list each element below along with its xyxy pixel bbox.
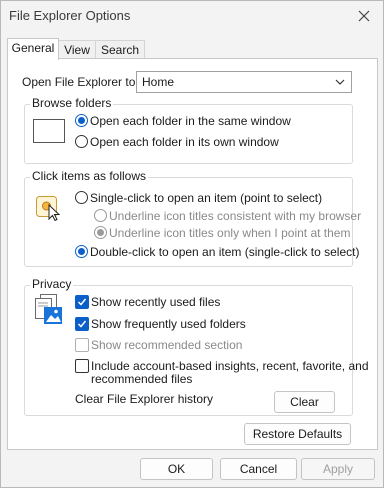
title-bar: File Explorer Options — [1, 1, 383, 31]
underline-browser-label[interactable]: Underline icon titles consistent with my… — [109, 209, 361, 223]
clear-history-label: Clear File Explorer history — [75, 392, 214, 406]
underline-point-radio[interactable] — [94, 226, 107, 239]
recent-files-label[interactable]: Show recently used files — [91, 295, 220, 309]
privacy-title: Privacy — [30, 277, 74, 291]
recommended-section-label[interactable]: Show recommended section — [91, 338, 242, 352]
browse-folders-title: Browse folders — [30, 96, 114, 110]
window-preview-icon — [33, 119, 65, 146]
chevron-down-icon — [335, 79, 345, 85]
account-insights-label-line2[interactable]: recommended files — [91, 372, 192, 386]
own-window-label[interactable]: Open each folder in its own window — [90, 135, 279, 149]
underline-browser-radio[interactable] — [94, 209, 107, 222]
privacy-documents-icon — [34, 293, 68, 330]
account-insights-label-line1[interactable]: Include account-based insights, recent, … — [91, 359, 369, 373]
same-window-radio[interactable] — [75, 114, 88, 127]
same-window-label[interactable]: Open each folder in the same window — [90, 114, 291, 128]
double-click-label[interactable]: Double-click to open an item (single-cli… — [90, 245, 359, 259]
cancel-button[interactable]: Cancel — [220, 458, 297, 480]
account-insights-checkbox[interactable] — [75, 359, 89, 373]
tab-general[interactable]: General — [7, 38, 59, 60]
open-explorer-value: Home — [142, 75, 175, 89]
general-tab-panel: Open File Explorer to: Home Browse folde… — [7, 58, 378, 450]
recommended-section-checkbox[interactable] — [75, 338, 89, 352]
open-explorer-dropdown[interactable]: Home — [136, 71, 352, 93]
pointer-click-icon — [35, 195, 65, 224]
underline-point-label[interactable]: Underline icon titles only when I point … — [109, 226, 350, 240]
checkmark-icon — [77, 320, 87, 328]
frequent-folders-checkbox[interactable] — [75, 317, 89, 331]
single-click-radio[interactable] — [75, 191, 88, 204]
single-click-label[interactable]: Single-click to open an item (point to s… — [90, 191, 322, 205]
window-title: File Explorer Options — [9, 8, 131, 23]
own-window-radio[interactable] — [75, 135, 88, 148]
recent-files-checkbox[interactable] — [75, 295, 89, 309]
close-button[interactable] — [353, 5, 375, 27]
restore-defaults-button[interactable]: Restore Defaults — [244, 423, 351, 445]
clear-history-button[interactable]: Clear — [274, 391, 335, 413]
tab-search[interactable]: Search — [95, 40, 145, 59]
open-explorer-label: Open File Explorer to: — [22, 75, 139, 89]
apply-button[interactable]: Apply — [301, 458, 375, 480]
click-items-title: Click items as follows — [30, 169, 149, 183]
checkmark-icon — [77, 298, 87, 306]
frequent-folders-label[interactable]: Show frequently used folders — [91, 317, 246, 331]
ok-button[interactable]: OK — [140, 458, 213, 480]
tab-view[interactable]: View — [58, 40, 96, 59]
close-icon — [358, 10, 370, 22]
double-click-radio[interactable] — [75, 245, 88, 258]
options-window: File Explorer Options General View Searc… — [0, 0, 384, 488]
browse-folders-group — [24, 104, 353, 164]
